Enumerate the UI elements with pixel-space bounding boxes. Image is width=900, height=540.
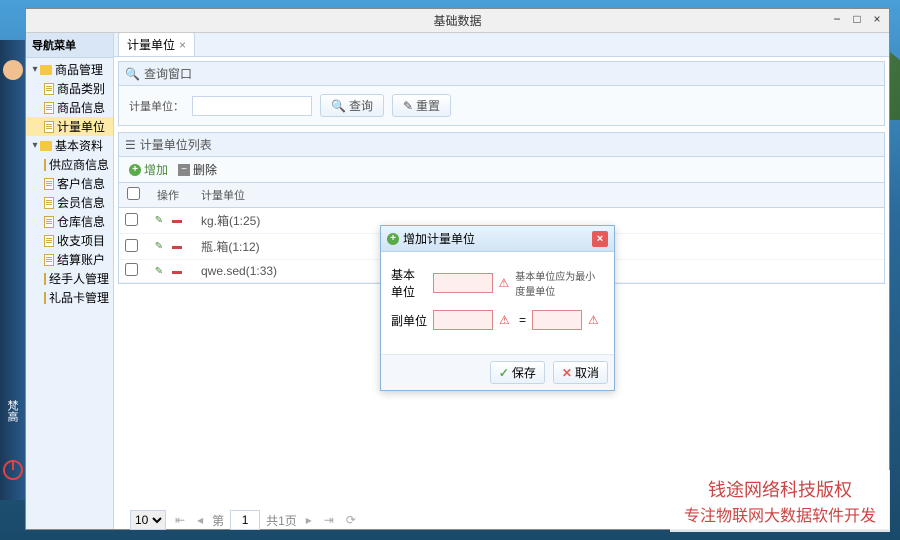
search-section-header: 🔍查询窗口 — [118, 61, 885, 86]
tree-item[interactable]: 供应商信息 — [26, 155, 113, 174]
next-page-icon[interactable]: ▸ — [303, 513, 315, 527]
base-unit-hint: 基本单位应为最小度量单位 — [515, 268, 604, 298]
file-icon — [44, 292, 46, 304]
sub-unit-input[interactable] — [433, 310, 493, 330]
delete-icon[interactable]: ▬ — [170, 214, 184, 228]
plus-icon: + — [387, 233, 399, 245]
tree-item[interactable]: 商品类别 — [26, 79, 113, 98]
file-icon — [44, 83, 54, 95]
avatar — [3, 60, 23, 80]
sidebar-header: 导航菜单 — [26, 33, 113, 58]
tree-group-basic[interactable]: ▾基本资料 — [26, 136, 113, 155]
page-input[interactable] — [230, 510, 260, 530]
tree-group-products[interactable]: ▾商品管理 — [26, 60, 113, 79]
tree-item-unit[interactable]: 计量单位 — [26, 117, 113, 136]
last-page-icon[interactable]: ⇥ — [321, 513, 337, 527]
file-icon — [44, 216, 54, 228]
warning-icon: ⚠ — [588, 313, 602, 327]
add-button[interactable]: +增加 — [129, 161, 168, 178]
row-checkbox[interactable] — [125, 239, 138, 252]
minimize-icon[interactable]: − — [829, 11, 845, 27]
edit-icon[interactable]: ✎ — [152, 240, 166, 254]
sub-unit-label: 副单位 — [391, 312, 427, 329]
edit-icon[interactable]: ✎ — [152, 264, 166, 278]
close-icon[interactable]: × — [869, 11, 885, 27]
query-button[interactable]: 🔍查询 — [320, 94, 384, 117]
title-bar: 基础数据 − □ × — [26, 9, 889, 33]
file-icon — [44, 121, 54, 133]
dialog-title: 增加计量单位 — [403, 230, 475, 247]
dialog-close-icon[interactable]: × — [592, 231, 608, 247]
tree-item[interactable]: 仓库信息 — [26, 212, 113, 231]
base-unit-input[interactable] — [433, 273, 493, 293]
search-label: 计量单位： — [129, 98, 184, 114]
sidebar: 导航菜单 ▾商品管理 商品类别 商品信息 计量单位 ▾基本资料 供应商信息 客户… — [26, 33, 114, 529]
list-section-header: ☰计量单位列表 — [118, 132, 885, 157]
window-title: 基础数据 — [433, 12, 481, 29]
cancel-button[interactable]: ✕取消 — [553, 361, 608, 384]
delete-icon[interactable]: ▬ — [170, 264, 184, 278]
base-unit-label: 基本单位 — [391, 266, 427, 300]
tab-unit[interactable]: 计量单位× — [118, 32, 195, 56]
page-size-select[interactable]: 10 — [130, 510, 166, 530]
file-icon — [44, 254, 54, 266]
left-label: 梵高 — [4, 400, 20, 422]
tab-close-icon[interactable]: × — [179, 38, 186, 52]
row-checkbox[interactable] — [125, 263, 138, 276]
add-unit-dialog: +增加计量单位 × 基本单位 ⚠ 基本单位应为最小度量单位 副单位 ⚠ = ⚠ … — [380, 225, 615, 391]
first-page-icon[interactable]: ⇤ — [172, 513, 188, 527]
minus-icon: − — [178, 164, 190, 176]
file-icon — [44, 178, 54, 190]
reset-button[interactable]: ✎重置 — [392, 94, 451, 117]
folder-icon — [40, 65, 52, 75]
file-icon — [44, 102, 54, 114]
tree-item[interactable]: 结算账户 — [26, 250, 113, 269]
warning-icon: ⚠ — [499, 313, 513, 327]
pager: 10 ⇤ ◂ 第 共1页 ▸ ⇥ ⟳ — [120, 504, 369, 536]
tree-item[interactable]: 礼品卡管理 — [26, 288, 113, 307]
delete-icon[interactable]: ▬ — [170, 240, 184, 254]
grid-header: 操作 计量单位 — [119, 183, 884, 208]
maximize-icon[interactable]: □ — [849, 11, 865, 27]
search-icon: 🔍 — [331, 99, 346, 113]
tree-item[interactable]: 客户信息 — [26, 174, 113, 193]
edit-icon[interactable]: ✎ — [152, 214, 166, 228]
prev-page-icon[interactable]: ◂ — [194, 513, 206, 527]
power-icon[interactable] — [3, 460, 23, 480]
file-icon — [44, 159, 46, 171]
search-icon: 🔍 — [125, 67, 140, 81]
select-all-checkbox[interactable] — [127, 187, 140, 200]
tree-item[interactable]: 经手人管理 — [26, 269, 113, 288]
tree-item[interactable]: 收支项目 — [26, 231, 113, 250]
tree-item[interactable]: 商品信息 — [26, 98, 113, 117]
ratio-input[interactable] — [532, 310, 582, 330]
file-icon — [44, 273, 46, 285]
file-icon — [44, 197, 54, 209]
tree-item[interactable]: 会员信息 — [26, 193, 113, 212]
reset-icon: ✎ — [403, 99, 413, 113]
save-button[interactable]: ✓保存 — [490, 361, 545, 384]
folder-icon — [40, 141, 52, 151]
row-checkbox[interactable] — [125, 213, 138, 226]
cancel-icon: ✕ — [562, 366, 572, 380]
refresh-icon[interactable]: ⟳ — [343, 513, 359, 527]
warning-icon: ⚠ — [499, 276, 510, 290]
watermark: 钱途网络科技版权 专注物联网大数据软件开发 — [670, 470, 890, 532]
tabs: 计量单位× — [114, 33, 889, 57]
plus-icon: + — [129, 164, 141, 176]
list-icon: ☰ — [125, 138, 136, 152]
check-icon: ✓ — [499, 366, 509, 380]
search-input[interactable] — [192, 96, 312, 116]
delete-button[interactable]: −删除 — [178, 161, 217, 178]
file-icon — [44, 235, 54, 247]
